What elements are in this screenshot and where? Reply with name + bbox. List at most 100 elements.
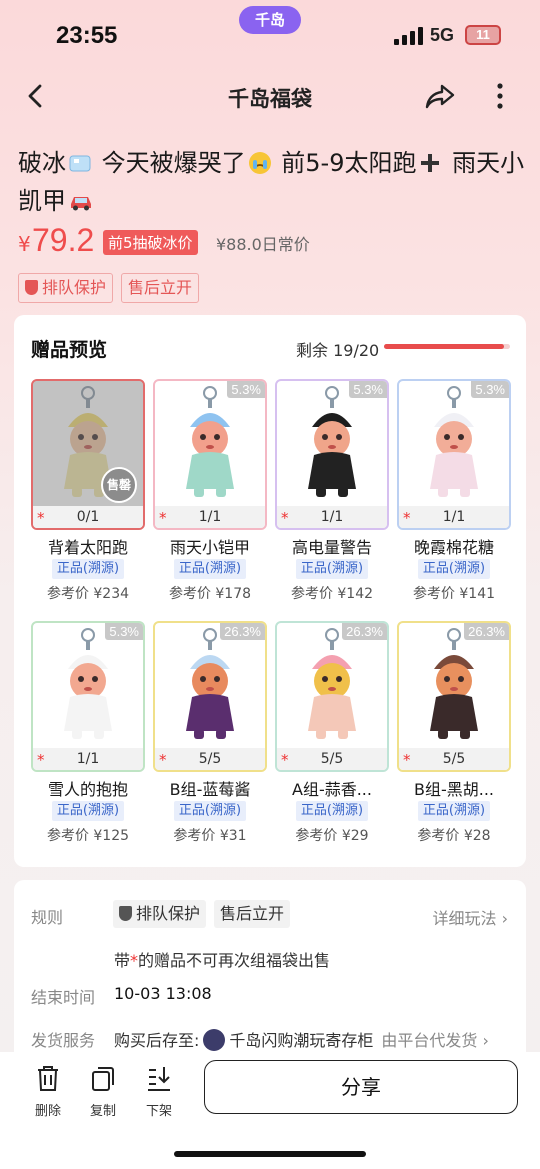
- details-link[interactable]: 详细玩法 ›: [433, 905, 509, 929]
- gift-name: 雨天小铠甲: [169, 538, 250, 557]
- network-label: 5G: [430, 25, 455, 45]
- remaining-count: 剩余 19/20: [296, 341, 380, 360]
- title-part: 前5-9太阳跑: [281, 149, 417, 177]
- non-resale-star: *: [281, 509, 289, 527]
- gift-name: 雪人的抱抱: [47, 780, 128, 799]
- shipping-info[interactable]: 购买后存至: 千岛闪购潮玩寄存柜 由平台代发货 ›: [114, 1027, 489, 1051]
- note-suffix: 的赠品不可再次组福袋出售: [138, 951, 331, 970]
- original-price: ¥88.0日常价: [216, 235, 310, 254]
- quantity-value: 5/5: [198, 751, 222, 767]
- shield-icon: [25, 280, 38, 295]
- gift-figure-image: [430, 628, 478, 739]
- rule-tag-label: 排队保护: [136, 904, 201, 923]
- price-value: 79.2: [32, 222, 95, 258]
- quantity-bar: * 5/5: [399, 748, 509, 770]
- offshelf-icon: [148, 1067, 170, 1091]
- delete-button[interactable]: 删除: [23, 1064, 73, 1119]
- authentic-badge[interactable]: 正品(溯源): [52, 801, 124, 821]
- offshelf-button[interactable]: 下架: [134, 1064, 184, 1119]
- copy-label: 复制: [89, 1104, 116, 1119]
- gift-figure-image: [64, 628, 112, 739]
- gift-figure-image: [430, 386, 478, 497]
- gift-preview-title: 赠品预览: [31, 339, 108, 361]
- quantity-bar: * 0/1: [33, 506, 143, 528]
- authentic-badge[interactable]: 正品(溯源): [296, 801, 368, 821]
- gift-name: 背着太阳跑: [47, 538, 128, 557]
- authentic-badge[interactable]: 正品(溯源): [418, 801, 490, 821]
- gift-thumbnail[interactable]: 26.3% * 5/5: [397, 621, 511, 772]
- gift-name: A组-蒜香...: [292, 780, 372, 799]
- gift-item[interactable]: 5.3% * 1/1 雪人的抱抱正品(溯源) 参考价 ¥125: [31, 621, 145, 844]
- authentic-badge[interactable]: 正品(溯源): [418, 559, 490, 579]
- gift-item[interactable]: 26.3% * 5/5 A组-蒜香... 正品(溯源) 参考价 ¥29: [275, 621, 389, 844]
- tag-queue-protection: 排队保护: [18, 273, 114, 303]
- non-resale-star: *: [403, 509, 411, 527]
- non-resale-star: *: [159, 751, 167, 769]
- reference-price: 参考价 ¥125: [46, 828, 130, 844]
- tag-label: 售后立开: [128, 278, 193, 297]
- shield-icon: [119, 906, 132, 921]
- gift-thumbnail[interactable]: 5.3% * 1/1: [31, 621, 145, 772]
- share-icon[interactable]: [424, 80, 456, 112]
- gift-figure-image: [186, 628, 234, 739]
- copy-button[interactable]: 复制: [78, 1064, 128, 1119]
- page-title: 千岛福袋: [228, 87, 312, 111]
- reference-price: 参考价 ¥28: [417, 828, 491, 844]
- price-tag: 前5抽破冰价: [103, 230, 198, 255]
- sold-out-stamp: 售罄: [101, 467, 137, 503]
- non-resale-star: *: [159, 509, 167, 527]
- quantity-value: 1/1: [320, 509, 344, 525]
- gift-thumbnail[interactable]: 5.3% * 1/1: [397, 379, 511, 530]
- authentic-badge[interactable]: 正品(溯源): [52, 559, 124, 579]
- quantity-value: 5/5: [320, 751, 344, 767]
- ship-store: 千岛闪购潮玩寄存柜: [229, 1031, 374, 1050]
- authentic-badge[interactable]: 正品(溯源): [296, 559, 368, 579]
- gift-item[interactable]: 26.3% * 5/5 B组-黑胡... 正品(溯源) 参考价 ¥28: [397, 621, 511, 844]
- home-indicator: [174, 1151, 366, 1157]
- share-button[interactable]: 分享: [204, 1060, 518, 1114]
- price-row: ¥ 79.2 前5抽破冰价 ¥88.0日常价: [18, 222, 518, 262]
- app-pill[interactable]: 千岛: [239, 6, 301, 34]
- gift-name: B组-蓝莓酱: [169, 780, 251, 799]
- gift-name: 高电量警告: [291, 538, 372, 557]
- gift-thumbnail[interactable]: 26.3% * 5/5: [153, 621, 267, 772]
- non-resale-star: *: [403, 751, 411, 769]
- gift-figure-image: [186, 386, 234, 497]
- ship-suffix: 由平台代发货 ›: [381, 1031, 489, 1050]
- non-resale-star: *: [281, 751, 289, 769]
- store-avatar: [203, 1029, 226, 1051]
- gift-preview-card: 赠品预览 剩余 19/20 售罄 * 0/1 背着太阳跑正品(溯源) 参考价 ¥234 5…: [14, 315, 526, 867]
- quantity-value: 1/1: [442, 509, 466, 525]
- gift-thumbnail[interactable]: 售罄 * 0/1: [31, 379, 145, 530]
- authentic-badge[interactable]: 正品(溯源): [174, 559, 246, 579]
- remaining-progress: [384, 344, 510, 349]
- quantity-bar: * 1/1: [277, 506, 387, 528]
- non-resale-star: *: [37, 509, 45, 527]
- more-icon[interactable]: [490, 80, 510, 112]
- probability-badge: 5.3%: [105, 623, 143, 640]
- copy-icon: [92, 1067, 114, 1091]
- gift-thumbnail[interactable]: 26.3% * 5/5: [275, 621, 389, 772]
- gift-thumbnail[interactable]: 5.3% * 1/1: [275, 379, 389, 530]
- car-emoji-icon: [71, 197, 91, 211]
- gift-item[interactable]: 5.3% * 1/1 高电量警告 正品(溯源) 参考价 ¥142: [275, 379, 389, 602]
- probability-badge: 5.3%: [471, 381, 509, 398]
- gift-item[interactable]: 5.3% * 1/1 晚霞棉花糖 正品(溯源) 参考价 ¥141: [397, 379, 511, 602]
- signal-icon: [394, 27, 423, 45]
- reference-price: 参考价 ¥31: [173, 828, 247, 844]
- battery-icon: 11: [465, 25, 501, 45]
- resale-note: 带*的赠品不可再次组福袋出售: [114, 947, 330, 971]
- authentic-badge[interactable]: 正品(溯源): [174, 801, 246, 821]
- reference-price: 参考价 ¥234: [46, 586, 130, 602]
- gift-item[interactable]: 26.3% * 5/5 B组-蓝莓酱 正品(溯源) 参考价 ¥31: [153, 621, 267, 844]
- gift-figure-image: [308, 386, 356, 497]
- ship-prefix: 购买后存至:: [114, 1031, 200, 1050]
- gift-item[interactable]: 售罄 * 0/1 背着太阳跑正品(溯源) 参考价 ¥234: [31, 379, 145, 602]
- status-time: 23:55: [56, 22, 118, 49]
- gift-thumbnail[interactable]: 5.3% * 1/1: [153, 379, 267, 530]
- rules-label: 规则: [31, 908, 64, 927]
- probability-badge: 5.3%: [227, 381, 265, 398]
- reference-price: 参考价 ¥141: [412, 586, 496, 602]
- gift-item[interactable]: 5.3% * 1/1 雨天小铠甲 正品(溯源) 参考价 ¥178: [153, 379, 267, 602]
- trash-icon: [38, 1066, 58, 1091]
